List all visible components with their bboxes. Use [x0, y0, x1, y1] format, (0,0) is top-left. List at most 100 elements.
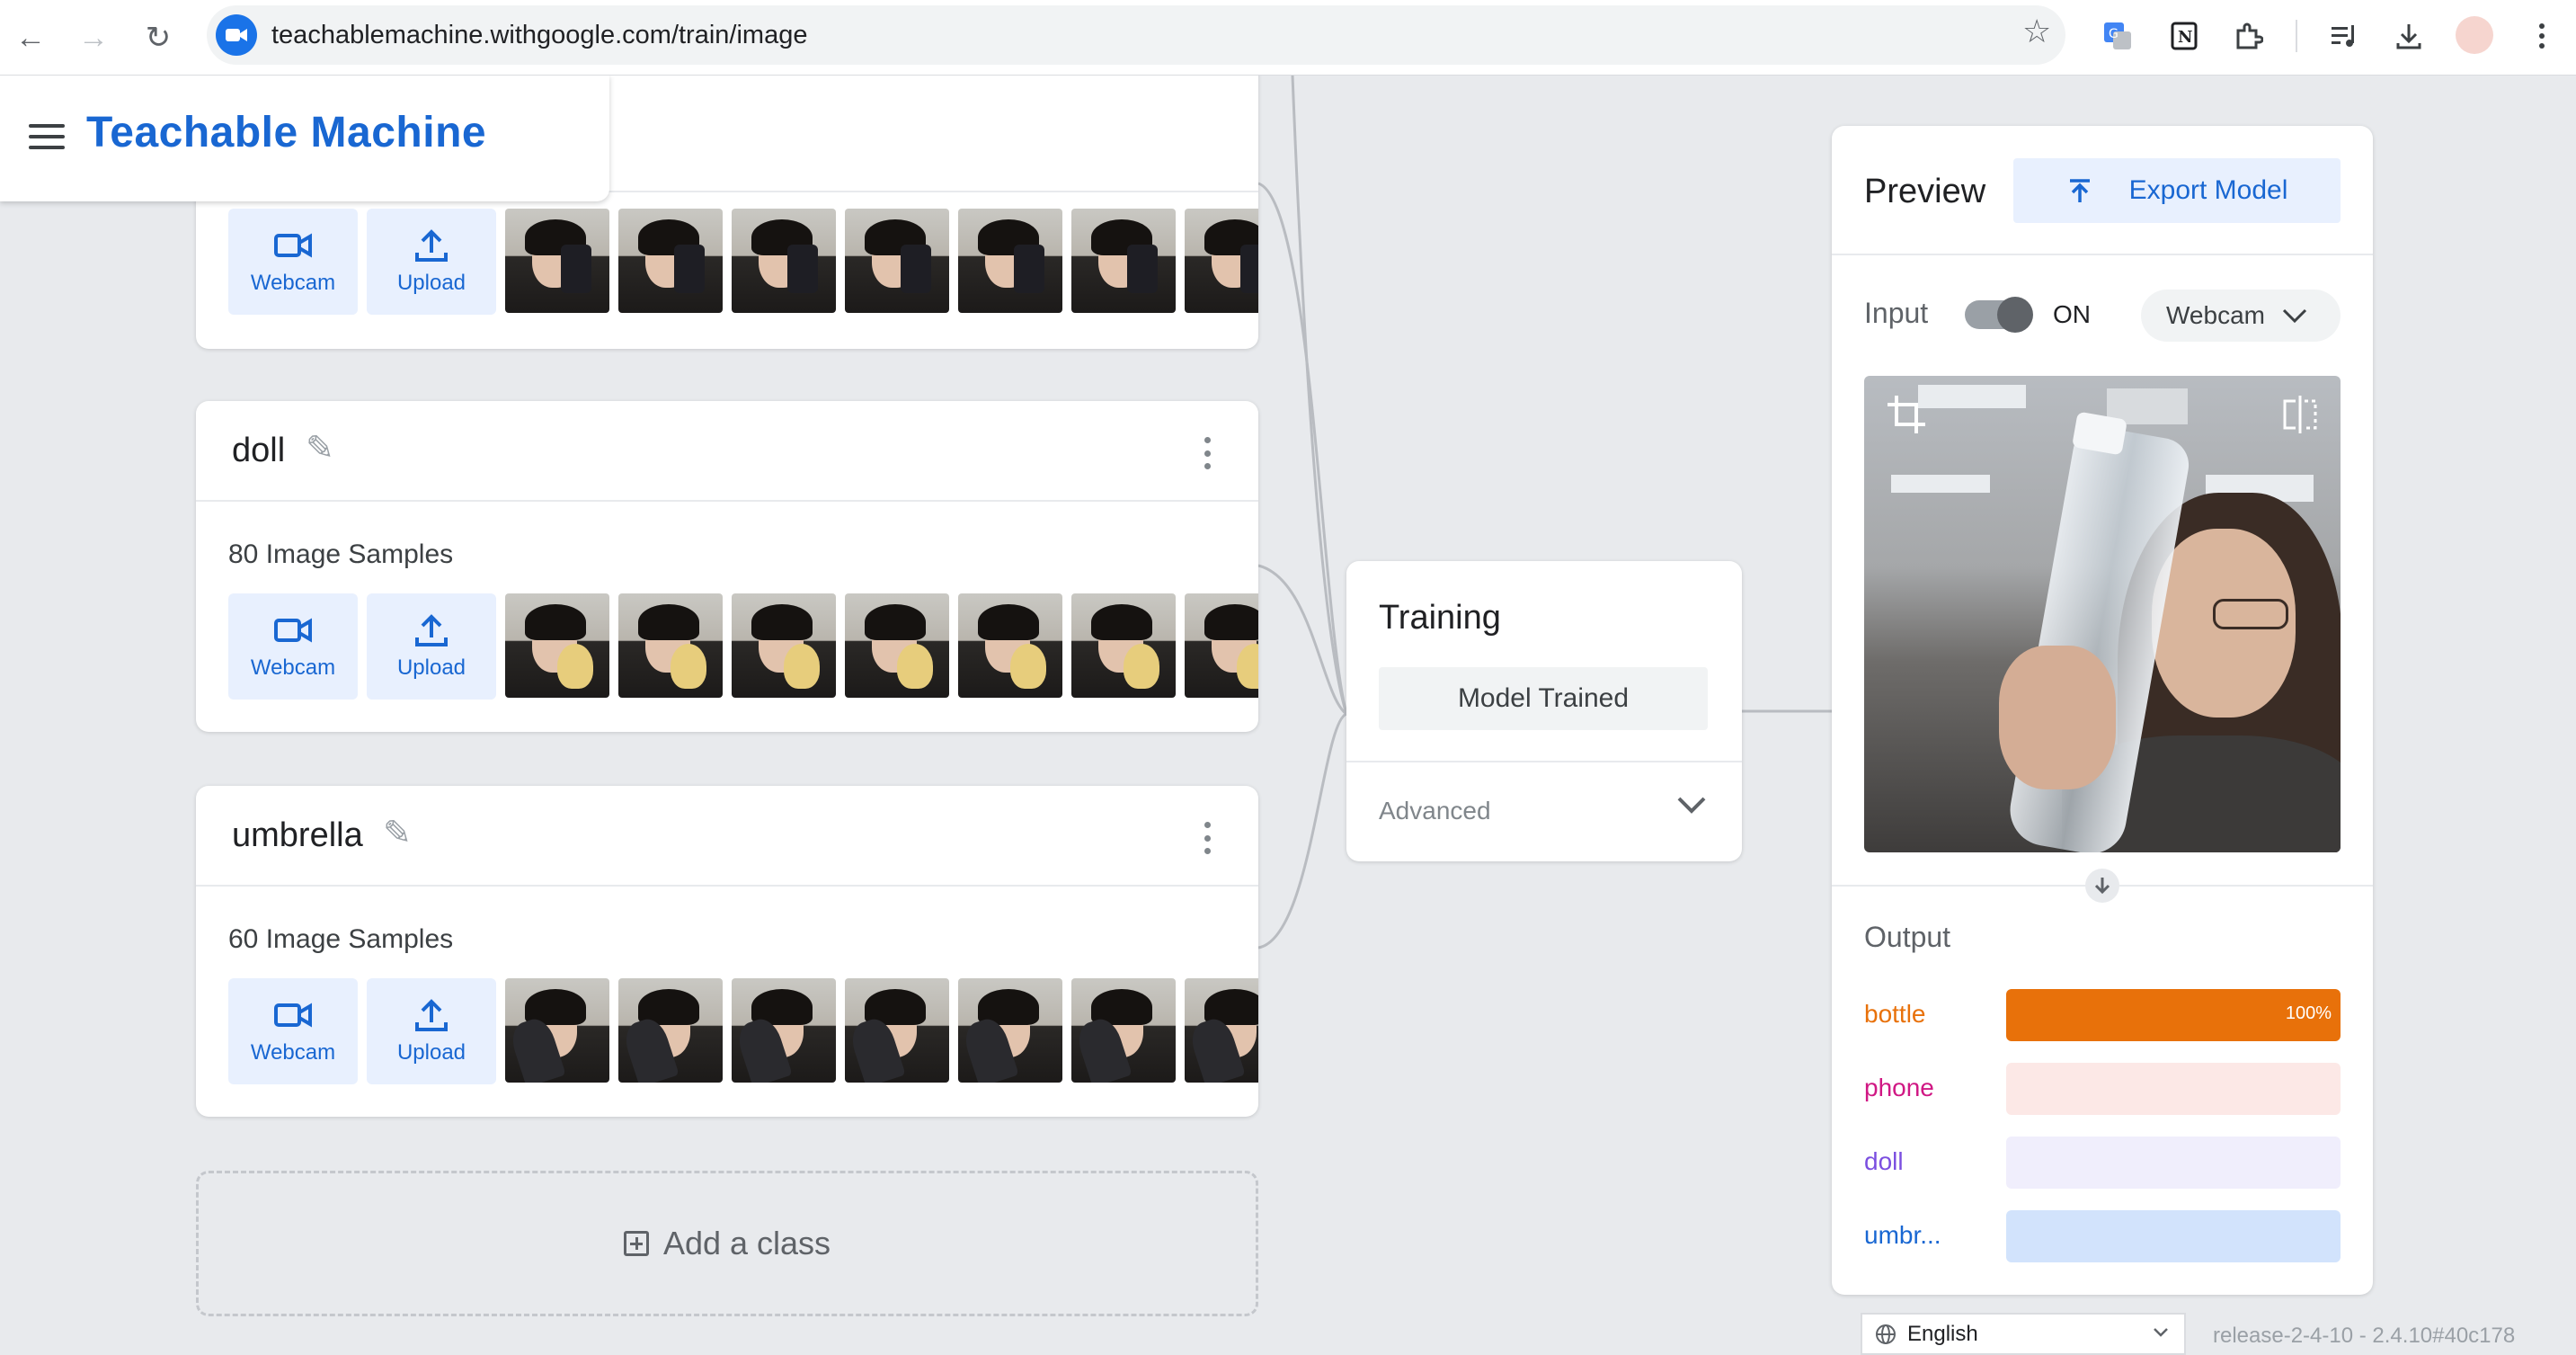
export-model-label: Export Model [2128, 175, 2288, 205]
browser-toolbar: ← → ↻ teachablemachine.withgoogle.com/tr… [0, 0, 2576, 76]
output-class-name: umbr... [1864, 1221, 1941, 1249]
sample-thumbnail[interactable] [845, 209, 949, 313]
upload-button[interactable]: Upload [367, 978, 496, 1084]
sample-thumbnail[interactable] [845, 978, 949, 1083]
sample-thumbnail[interactable] [1185, 209, 1258, 313]
sample-thumbnail[interactable] [845, 593, 949, 698]
bookmark-star-icon[interactable]: ☆ [2022, 13, 2051, 50]
webcam-label: Webcam [250, 1040, 336, 1065]
sample-thumbnail[interactable] [618, 593, 723, 698]
add-class-button[interactable]: Add a class [196, 1171, 1258, 1316]
webcam-label: Webcam [250, 271, 336, 295]
output-row-umbrella: umbr... [1864, 1210, 2341, 1262]
toolbar-divider [2296, 20, 2297, 52]
back-icon[interactable]: ← [5, 13, 56, 63]
ceiling-light [1891, 475, 1990, 493]
sample-thumbnail[interactable] [958, 978, 1062, 1083]
sample-row: Webcam Upload [228, 978, 1258, 1084]
language-dropdown[interactable]: English [1861, 1313, 2186, 1355]
training-card: Training Model Trained Advanced [1346, 561, 1742, 861]
class-card-header: doll ✎ [196, 401, 1258, 502]
sample-thumbnail[interactable] [1071, 593, 1176, 698]
divider [1832, 254, 2373, 255]
sample-thumbnail[interactable] [1185, 978, 1258, 1083]
webcam-button[interactable]: Webcam [228, 209, 358, 315]
upload-button[interactable]: Upload [367, 593, 496, 700]
webcam-preview [1864, 376, 2341, 852]
edit-pencil-icon[interactable]: ✎ [306, 428, 334, 468]
release-version: release-2-4-10 - 2.4.10#40c178 [2213, 1324, 2516, 1348]
sample-thumbnail[interactable] [505, 209, 609, 313]
sample-thumbnail[interactable] [732, 593, 836, 698]
sample-thumbnail[interactable] [618, 978, 723, 1083]
sample-thumbnail[interactable] [958, 209, 1062, 313]
svg-text:G: G [2109, 27, 2119, 41]
site-info-icon[interactable] [216, 14, 257, 56]
confidence-bar [2006, 1063, 2341, 1115]
samples-count: 60 Image Samples [228, 924, 454, 954]
crop-icon[interactable] [1886, 394, 1927, 435]
sample-thumbnail[interactable] [732, 209, 836, 313]
output-row-bottle: bottle 100% [1864, 989, 2341, 1041]
toggle-state-label: ON [2053, 300, 2091, 328]
class-options-icon[interactable] [1204, 437, 1212, 469]
flip-horizontal-icon[interactable] [2279, 394, 2321, 435]
forward-icon[interactable]: → [68, 13, 119, 63]
class-name[interactable]: umbrella [232, 816, 363, 855]
translate-extension-icon[interactable]: G [2098, 16, 2137, 56]
hand [1999, 646, 2116, 789]
export-model-button[interactable]: Export Model [2013, 158, 2341, 223]
preview-panel: Preview Export Model Input ON Webcam Out… [1832, 126, 2373, 1295]
profile-avatar[interactable] [2456, 16, 2493, 54]
webcam-label: Webcam [250, 655, 336, 680]
webcam-button[interactable]: Webcam [228, 593, 358, 700]
train-model-button[interactable]: Model Trained [1379, 667, 1708, 730]
chevron-down-icon[interactable] [1674, 791, 1710, 818]
confidence-bar: 100% [2006, 989, 2341, 1041]
menu-hamburger-icon[interactable] [27, 117, 67, 156]
divider [1346, 761, 1742, 762]
media-controls-icon[interactable] [2324, 16, 2364, 56]
sample-row: Webcam Upload [228, 209, 1258, 315]
sample-thumbnail[interactable] [505, 593, 609, 698]
input-source-dropdown[interactable]: Webcam [2141, 290, 2341, 342]
add-box-icon [623, 1231, 649, 1256]
input-label: Input [1864, 297, 1929, 329]
output-label: Output [1864, 921, 1951, 953]
sample-thumbnail[interactable] [958, 593, 1062, 698]
app-title[interactable]: Teachable Machine [86, 108, 486, 157]
browser-menu-icon[interactable] [2522, 16, 2562, 56]
reload-icon[interactable]: ↻ [133, 13, 183, 63]
class-card-header: umbrella ✎ [196, 786, 1258, 887]
sample-thumbnail[interactable] [1071, 978, 1176, 1083]
sample-thumbnail[interactable] [1185, 593, 1258, 698]
upload-label: Upload [396, 271, 466, 295]
edit-pencil-icon[interactable]: ✎ [383, 813, 412, 853]
chevron-down-icon [2154, 1328, 2168, 1337]
sample-thumbnail[interactable] [732, 978, 836, 1083]
language-value: English [1907, 1321, 1978, 1346]
sample-thumbnail[interactable] [1071, 209, 1176, 313]
url-text[interactable]: teachablemachine.withgoogle.com/train/im… [271, 5, 807, 65]
class-card-doll: doll ✎ 80 Image Samples Webcam Upload [196, 401, 1258, 732]
webcam-button[interactable]: Webcam [228, 978, 358, 1084]
extensions-puzzle-icon[interactable] [2229, 16, 2269, 56]
address-bar[interactable]: teachablemachine.withgoogle.com/train/im… [207, 5, 2065, 65]
notion-extension-icon[interactable]: N [2164, 16, 2204, 56]
class-name[interactable]: doll [232, 432, 285, 470]
upload-arrow-icon [2069, 179, 2090, 202]
advanced-toggle-label[interactable]: Advanced [1379, 797, 1491, 825]
confidence-bar [2006, 1137, 2341, 1189]
output-row-doll: doll [1864, 1137, 2341, 1189]
upload-button[interactable]: Upload [367, 209, 496, 315]
sample-thumbnail[interactable] [618, 209, 723, 313]
class-options-icon[interactable] [1204, 822, 1212, 854]
input-source-value: Webcam [2166, 301, 2265, 329]
sample-thumbnail[interactable] [505, 978, 609, 1083]
webcam-icon [274, 1003, 312, 1028]
svg-text:N: N [2178, 28, 2192, 47]
globe-icon [1876, 1324, 1896, 1344]
input-toggle[interactable] [1965, 297, 2033, 333]
output-class-name: bottle [1864, 1000, 1926, 1028]
downloads-icon[interactable] [2389, 16, 2429, 56]
